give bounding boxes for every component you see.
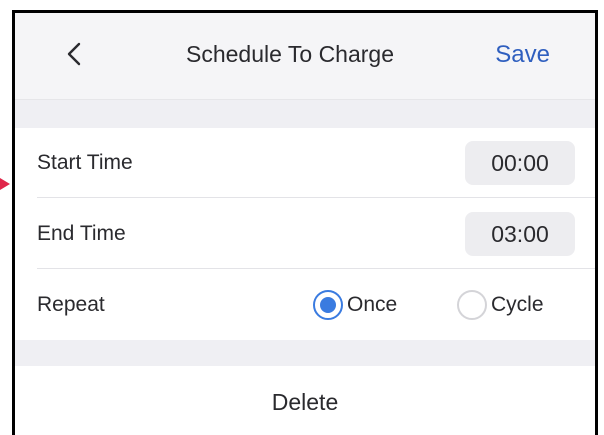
row-divider (37, 197, 595, 198)
end-time-picker[interactable]: 03:00 (465, 212, 575, 256)
delete-button[interactable]: Delete (15, 366, 595, 435)
repeat-row: Repeat Once Cycle (15, 270, 595, 340)
chevron-left-icon (67, 42, 81, 71)
repeat-option-once[interactable]: Once (313, 290, 397, 320)
delete-label: Delete (271, 388, 339, 415)
repeat-label: Repeat (37, 293, 105, 316)
repeat-option-cycle[interactable]: Cycle (457, 290, 544, 320)
pointer-marker (0, 178, 10, 190)
start-time-row: Start Time 00:00 (15, 128, 595, 198)
repeat-option-cycle-label: Cycle (491, 293, 544, 316)
start-time-picker[interactable]: 00:00 (465, 141, 575, 185)
start-time-label: Start Time (37, 151, 133, 174)
radio-unchecked-icon (457, 290, 487, 320)
section-separator (15, 100, 595, 128)
section-separator (15, 340, 595, 366)
navigation-bar: Schedule To Charge Save (15, 13, 595, 100)
back-button[interactable] (59, 39, 89, 73)
end-time-label: End Time (37, 222, 126, 245)
repeat-option-once-label: Once (347, 293, 398, 316)
phone-screen: Schedule To Charge Save Start Time 00:00… (12, 10, 598, 435)
radio-checked-icon (313, 290, 343, 320)
page-title: Schedule To Charge (186, 41, 394, 67)
save-button[interactable]: Save (495, 41, 550, 69)
end-time-row: End Time 03:00 (15, 199, 595, 269)
row-divider (37, 268, 595, 269)
